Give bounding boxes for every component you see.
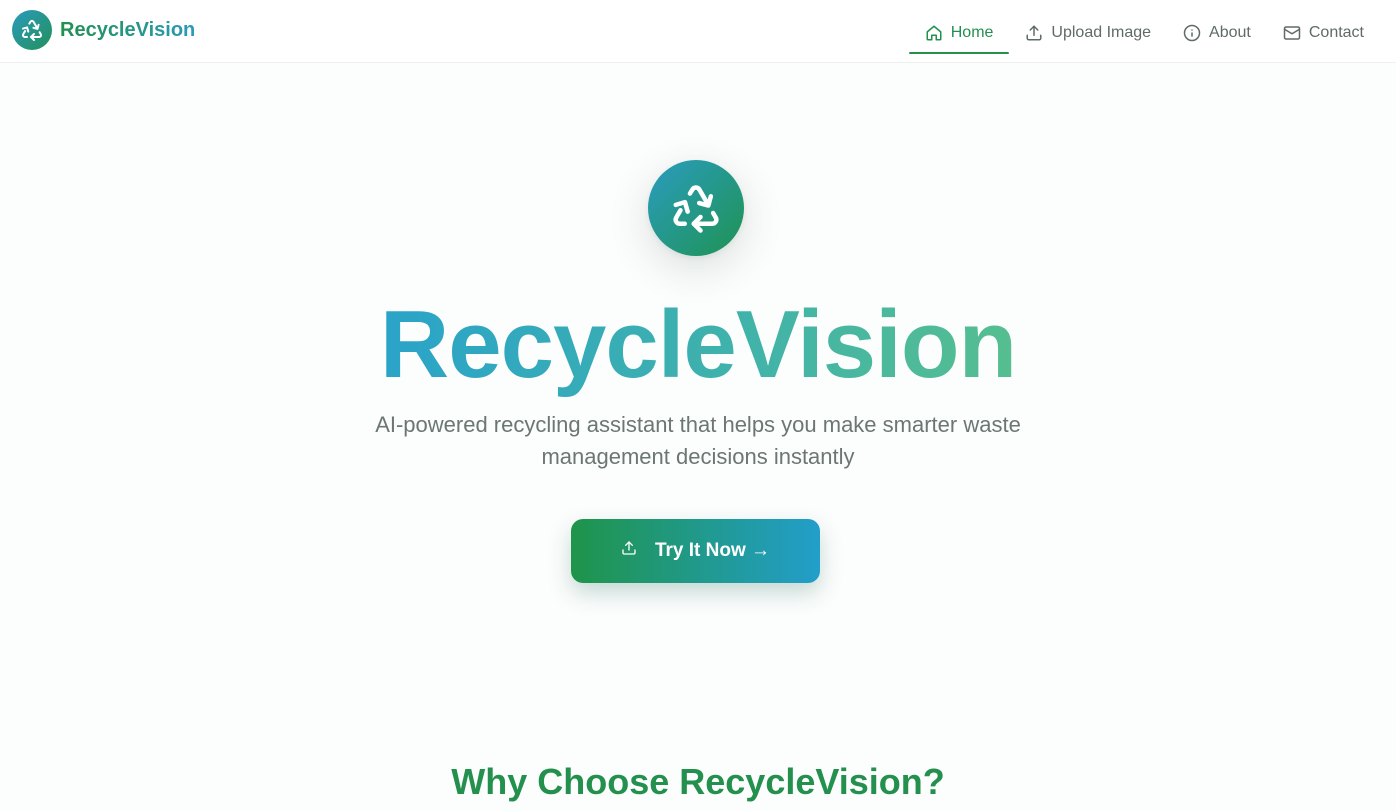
info-icon bbox=[1183, 24, 1201, 42]
nav-item-label: Home bbox=[950, 24, 994, 41]
home-icon bbox=[925, 24, 943, 42]
upload-icon bbox=[1025, 24, 1043, 42]
mail-icon bbox=[1283, 24, 1301, 42]
brand-name: RecycleVision bbox=[60, 18, 196, 41]
features-section-title: Why Choose RecycleVision? bbox=[451, 761, 945, 802]
nav-item-label: About bbox=[1209, 24, 1251, 41]
nav-item-about[interactable]: About bbox=[1167, 12, 1267, 54]
hero-title-text: RecycleVision bbox=[379, 291, 1017, 398]
brand-link[interactable]: RecycleVision bbox=[12, 10, 195, 50]
hero-logo bbox=[648, 160, 744, 256]
try-it-now-button[interactable]: Try It Now → bbox=[571, 519, 820, 583]
recycle-icon bbox=[648, 160, 744, 256]
recycle-icon bbox=[12, 10, 52, 50]
nav-item-label: Contact bbox=[1308, 24, 1364, 41]
top-navbar: RecycleVision Home Upload Image About Co… bbox=[0, 0, 1396, 63]
hero-subtitle: AI-powered recycling assistant that help… bbox=[375, 412, 1021, 469]
cta-label: Try It Now → bbox=[654, 540, 771, 561]
nav-item-label: Upload Image bbox=[1051, 24, 1152, 41]
upload-icon bbox=[621, 540, 637, 562]
hero-title: RecycleVision bbox=[0, 290, 1396, 400]
main-nav: Home Upload Image About Contact bbox=[908, 12, 1380, 54]
nav-item-contact[interactable]: Contact bbox=[1267, 12, 1380, 54]
nav-item-upload-image[interactable]: Upload Image bbox=[1009, 12, 1167, 54]
nav-item-home[interactable]: Home bbox=[908, 12, 1010, 54]
